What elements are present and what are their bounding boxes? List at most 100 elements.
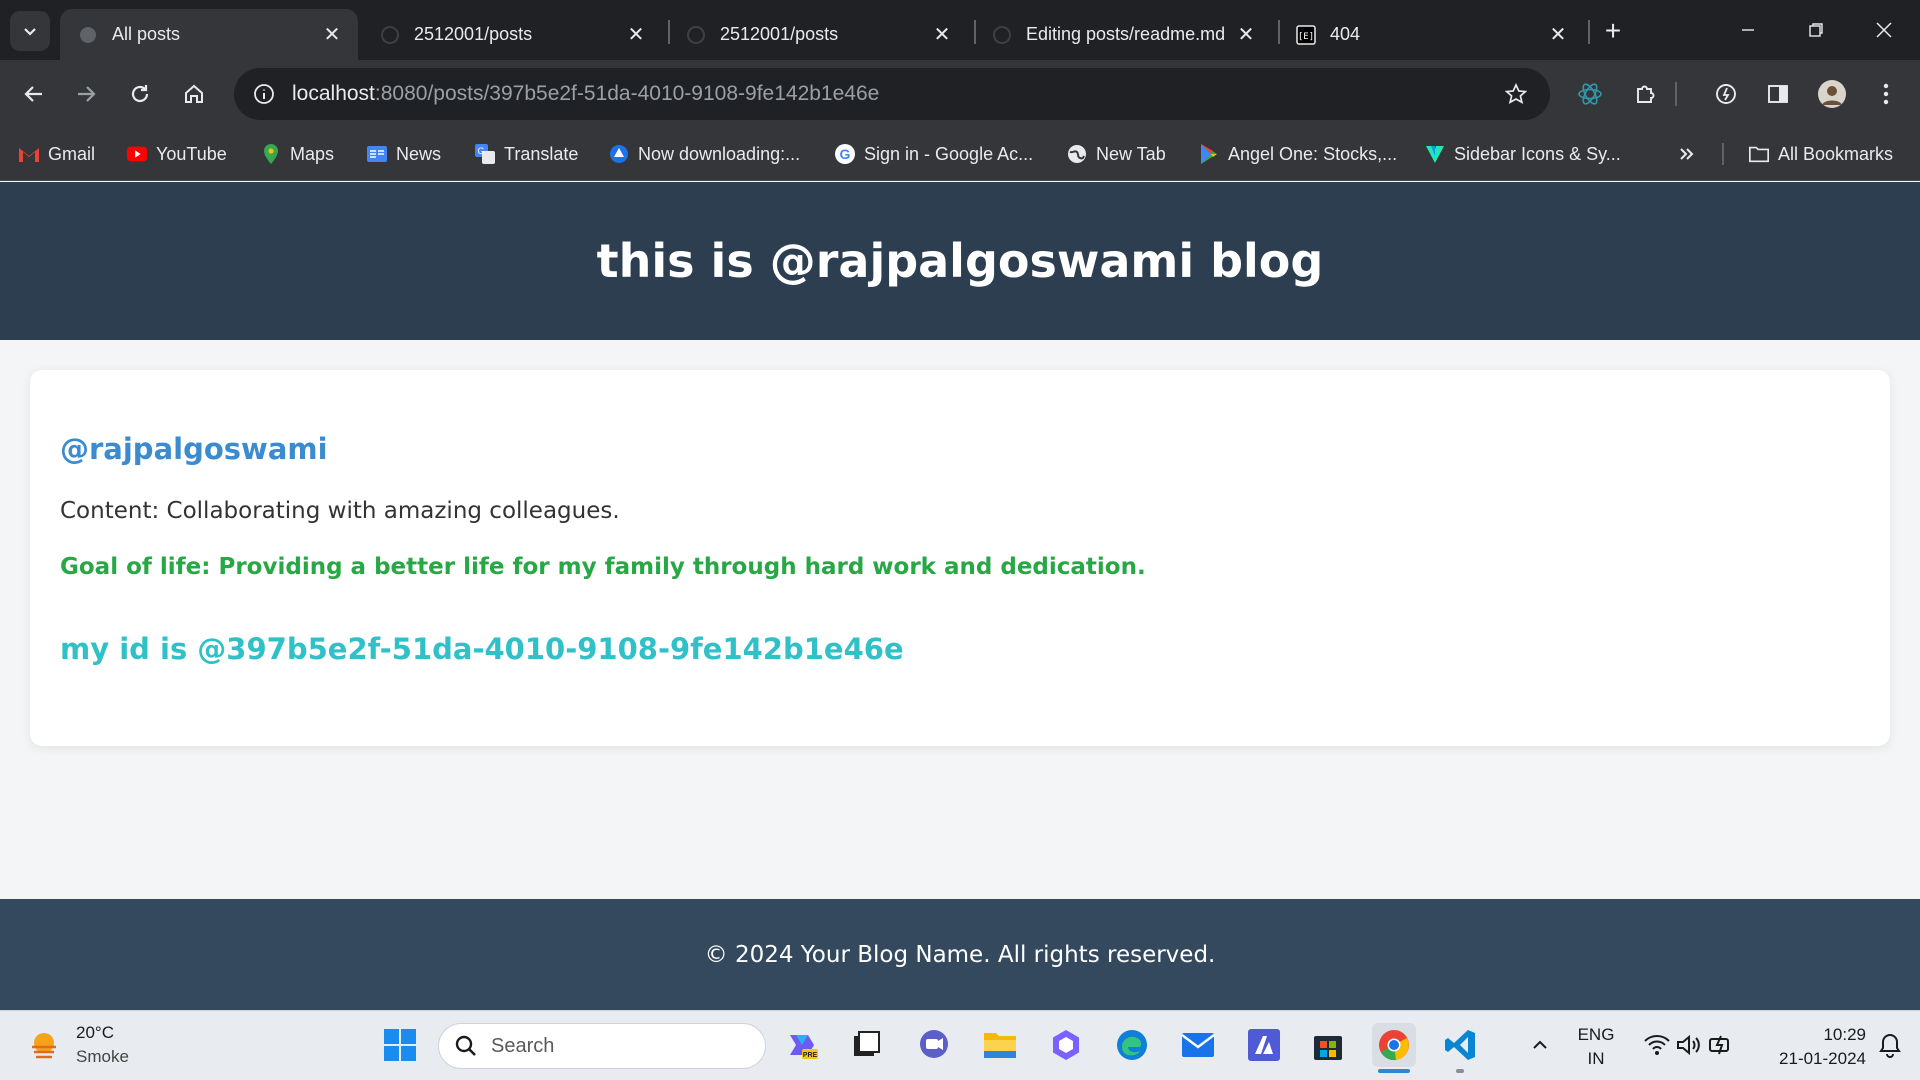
notifications-button[interactable]: [1868, 1023, 1912, 1067]
reload-button[interactable]: [120, 74, 160, 114]
close-icon[interactable]: ✕: [320, 23, 344, 47]
running-indicator: [1456, 1069, 1464, 1073]
teams-chat-app[interactable]: [912, 1023, 956, 1067]
tab-search-button[interactable]: [10, 11, 50, 51]
profile-avatar[interactable]: [1812, 74, 1852, 114]
site-info-icon[interactable]: [246, 76, 282, 112]
bookmark-label: Sidebar Icons & Sy...: [1454, 143, 1621, 164]
svg-text:[E]: [E]: [1298, 32, 1314, 42]
mail-app[interactable]: [1176, 1023, 1220, 1067]
bookmark-label: Gmail: [48, 143, 96, 164]
copilot-app[interactable]: PRE: [780, 1023, 824, 1067]
azure-app[interactable]: [1242, 1023, 1286, 1067]
extensions-button[interactable]: [1626, 74, 1666, 114]
copilot-hex-app[interactable]: [1044, 1023, 1088, 1067]
bookmark-angel-one[interactable]: Angel One: Stocks,...: [1198, 140, 1397, 168]
performance-button[interactable]: [1706, 74, 1746, 114]
all-bookmarks-button[interactable]: All Bookmarks: [1748, 140, 1893, 168]
folder-icon: [1748, 143, 1770, 165]
extension-react-devtools[interactable]: [1570, 74, 1610, 114]
bookmark-new-tab[interactable]: New Tab: [1066, 140, 1166, 168]
tab-all-posts[interactable]: All posts ✕: [60, 9, 358, 60]
bookmark-label: Maps: [290, 143, 335, 164]
bookmark-now-downloading[interactable]: Now downloading:...: [608, 140, 800, 168]
restore-icon[interactable]: [1796, 12, 1836, 48]
clock-date: 21-01-2024: [1779, 1049, 1866, 1068]
task-view-app[interactable]: [844, 1023, 888, 1067]
post-goal: Goal of life: Providing a better life fo…: [60, 554, 1146, 580]
search-placeholder: Search: [491, 1034, 555, 1057]
taskbar-search[interactable]: Search: [438, 1023, 766, 1069]
bookmark-label: News: [396, 143, 442, 164]
reload-icon: [131, 85, 149, 103]
bookmark-news[interactable]: News: [366, 140, 441, 168]
puzzle-icon: [1637, 85, 1655, 103]
chrome-icon: [1379, 1030, 1409, 1061]
close-icon[interactable]: ✕: [930, 23, 954, 47]
globe-icon: [1066, 143, 1088, 165]
bookmark-translate[interactable]: G Translate: [474, 140, 578, 168]
bookmark-sign-in-google[interactable]: G Sign in - Google Ac...: [834, 140, 1033, 168]
translate-icon: G: [474, 143, 496, 165]
react-icon: [1578, 83, 1602, 105]
vscode-app[interactable]: [1438, 1023, 1482, 1067]
bookmark-youtube[interactable]: YouTube: [126, 140, 227, 168]
language-indicator[interactable]: ENG IN: [1576, 1023, 1616, 1071]
tab-title: 2512001/posts: [720, 24, 839, 44]
url-text: localhost:8080/posts/397b5e2f-51da-4010-…: [292, 82, 879, 106]
running-indicator: [1378, 1069, 1410, 1073]
chrome-app[interactable]: [1372, 1023, 1416, 1067]
home-button[interactable]: [174, 74, 214, 114]
youtube-icon: [126, 143, 148, 165]
close-icon[interactable]: ✕: [624, 23, 648, 47]
tab-404[interactable]: [E] 404 ✕: [1278, 9, 1584, 60]
close-icon[interactable]: ✕: [1234, 23, 1258, 47]
bookmark-maps[interactable]: Maps: [260, 140, 334, 168]
svg-text:PRE: PRE: [803, 1052, 818, 1059]
side-panel-button[interactable]: [1758, 74, 1798, 114]
tab-github-posts-1[interactable]: 2512001/posts ✕: [362, 9, 662, 60]
bookmark-star-icon[interactable]: [1498, 76, 1534, 112]
forward-button[interactable]: [66, 74, 106, 114]
address-bar[interactable]: localhost:8080/posts/397b5e2f-51da-4010-…: [234, 68, 1550, 120]
side-panel-icon: [1768, 85, 1788, 103]
gmail-icon: [18, 143, 40, 165]
file-explorer-app[interactable]: [978, 1023, 1022, 1067]
bookmark-label: YouTube: [156, 143, 227, 164]
new-tab-plus-icon[interactable]: +: [1598, 15, 1628, 46]
clock[interactable]: 10:29 21-01-2024: [1756, 1023, 1866, 1071]
tab-editing-readme[interactable]: Editing posts/readme.md ✕: [974, 9, 1272, 60]
tab-github-posts-2[interactable]: 2512001/posts ✕: [668, 9, 968, 60]
page-viewport: this is @rajpalgoswami blog @rajpalgoswa…: [0, 182, 1920, 1010]
bookmark-sidebar-icons[interactable]: Sidebar Icons & Sy...: [1424, 140, 1621, 168]
back-button[interactable]: [14, 74, 54, 114]
chevron-down-icon: [24, 28, 36, 36]
weather-widget[interactable]: 20°C Smoke: [26, 1021, 129, 1069]
edge-browser-app[interactable]: [1110, 1023, 1154, 1067]
speedometer-icon: [1716, 84, 1736, 104]
show-hidden-icons-button[interactable]: [1518, 1023, 1562, 1067]
expo-icon: [E]: [1296, 24, 1316, 45]
double-chevron-right-icon: [1680, 148, 1694, 160]
vuetify-icon: [1424, 143, 1446, 165]
avatar-icon: [1818, 80, 1846, 108]
menu-button[interactable]: [1866, 74, 1906, 114]
copilot-icon: PRE: [790, 1035, 818, 1059]
bookmark-label: All Bookmarks: [1778, 143, 1894, 164]
bookmarks-bar: Gmail YouTube Maps News G Translate Now …: [0, 128, 1920, 181]
window-close-icon[interactable]: [1864, 12, 1904, 48]
bookmark-label: New Tab: [1096, 143, 1166, 164]
close-icon[interactable]: ✕: [1546, 23, 1570, 47]
start-button[interactable]: [378, 1023, 422, 1067]
folder-icon: [984, 1033, 1016, 1058]
globe-icon: [78, 25, 98, 45]
bookmark-gmail[interactable]: Gmail: [18, 140, 95, 168]
wifi-icon: [1644, 1035, 1670, 1055]
microsoft-store-app[interactable]: [1306, 1023, 1350, 1067]
site-header: this is @rajpalgoswami blog: [0, 182, 1920, 340]
minimize-icon[interactable]: [1728, 12, 1768, 48]
bell-icon: [1879, 1033, 1901, 1058]
network-volume-battery-tray[interactable]: [1634, 1023, 1744, 1067]
bookmarks-overflow-button[interactable]: [1678, 140, 1696, 168]
edge-icon: [1117, 1030, 1147, 1060]
